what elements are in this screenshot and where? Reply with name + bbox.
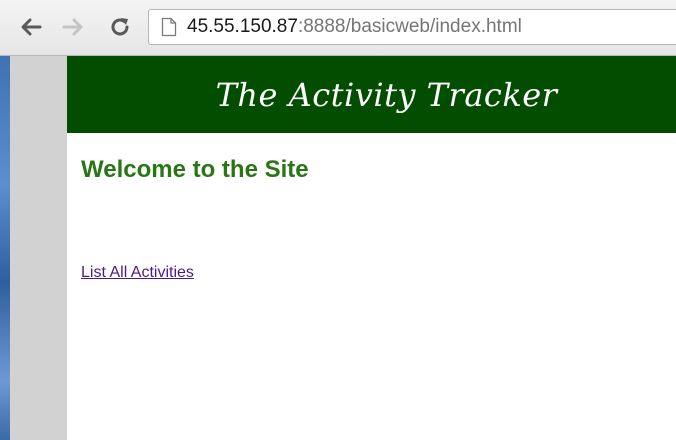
reload-icon [111, 18, 129, 36]
list-all-activities-link[interactable]: List All Activities [81, 264, 194, 282]
address-bar[interactable]: 45.55.150.87:8888/basicweb/index.html [148, 9, 676, 45]
reload-button[interactable] [107, 14, 133, 40]
site-header: The Activity Tracker [67, 56, 676, 133]
forward-button[interactable] [60, 14, 86, 40]
page-icon [161, 17, 177, 37]
url-text: 45.55.150.87:8888/basicweb/index.html [187, 16, 522, 38]
url-path: :8888/basicweb/index.html [297, 16, 522, 37]
back-button[interactable] [18, 14, 44, 40]
arrow-left-icon [21, 18, 42, 36]
desktop-background [0, 46, 10, 440]
welcome-heading: Welcome to the Site [81, 156, 309, 183]
url-host: 45.55.150.87 [187, 16, 298, 37]
arrow-right-icon [62, 18, 83, 36]
browser-toolbar: 45.55.150.87:8888/basicweb/index.html [0, 0, 676, 56]
site-title: The Activity Tracker [215, 75, 558, 114]
browser-viewport: The Activity Tracker Welcome to the Site… [10, 56, 676, 440]
web-page: The Activity Tracker Welcome to the Site… [67, 56, 676, 440]
